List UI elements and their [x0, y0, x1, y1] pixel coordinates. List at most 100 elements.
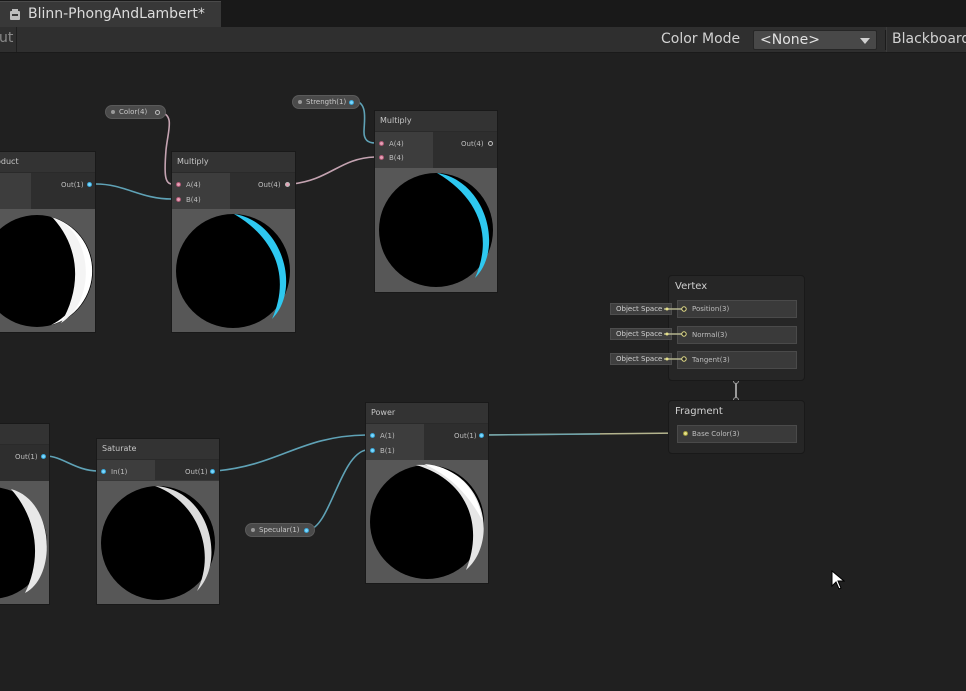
- vertex-tangent-slot[interactable]: Tangent(3): [677, 351, 797, 369]
- output-port-label: Out(4): [258, 181, 281, 189]
- output-port-icon[interactable]: [479, 433, 484, 438]
- output-port-icon[interactable]: [488, 141, 493, 146]
- property-icon: [298, 100, 302, 104]
- space-dropdown[interactable]: Object Space: [610, 328, 672, 340]
- context-title: Vertex: [675, 281, 708, 292]
- save-asset-label: ut: [0, 30, 14, 46]
- slot-label: Position(3): [692, 305, 730, 313]
- property-icon: [111, 110, 115, 114]
- dot-product-node[interactable]: oduct Out(1): [0, 151, 96, 333]
- output-port-label: Out(1): [454, 432, 477, 440]
- output-port-icon[interactable]: [285, 182, 290, 187]
- graph-toolbar: ut Color Mode <None> Blackboard: [0, 27, 966, 53]
- preview-sphere-icon: [370, 464, 484, 579]
- output-port-icon[interactable]: [210, 469, 215, 474]
- output-port-icon[interactable]: [87, 182, 92, 187]
- power-node[interactable]: Power A(1) B(1) Out(1): [365, 402, 489, 584]
- graph-asset-icon: [10, 9, 20, 20]
- node-preview: [0, 209, 95, 332]
- node-header[interactable]: Saturate: [97, 439, 219, 460]
- node-title: Saturate: [102, 444, 137, 453]
- preview-sphere-icon: [0, 215, 93, 327]
- property-label: Specular(1): [259, 526, 300, 534]
- partial-node[interactable]: Out(1): [0, 423, 50, 605]
- node-preview: [172, 209, 295, 332]
- output-port-icon[interactable]: [349, 100, 354, 105]
- vertex-normal-slot[interactable]: Normal(3): [677, 326, 797, 344]
- node-preview: [97, 481, 219, 604]
- preview-sphere-icon: [0, 487, 47, 599]
- slot-label: Tangent(3): [692, 356, 730, 364]
- blackboard-label: Blackboard: [892, 31, 966, 47]
- fragment-base-color-slot[interactable]: Base Color(3): [677, 425, 797, 443]
- node-title: Power: [371, 408, 396, 417]
- tab-bar: Blinn-PhongAndLambert*: [0, 0, 966, 27]
- property-label: Strength(1): [306, 98, 347, 106]
- output-port-icon[interactable]: [41, 454, 46, 459]
- output-port-label: Out(4): [461, 140, 484, 148]
- node-header[interactable]: [0, 424, 49, 445]
- fragment-context-block[interactable]: Fragment Base Color(3): [668, 400, 805, 454]
- strength-property-node[interactable]: Strength(1): [292, 95, 360, 109]
- specular-property-node[interactable]: Specular(1): [245, 523, 315, 537]
- input-port-icon[interactable]: [370, 433, 375, 438]
- space-dropdown[interactable]: Object Space: [610, 353, 672, 365]
- input-port-icon[interactable]: [379, 155, 384, 160]
- input-port-icon[interactable]: [176, 197, 181, 202]
- preview-sphere-icon: [176, 214, 290, 328]
- chevron-down-icon: [860, 38, 870, 44]
- save-asset-button[interactable]: ut: [0, 27, 17, 52]
- context-title: Fragment: [675, 406, 723, 417]
- output-port-label: Out(1): [15, 453, 38, 461]
- output-port-icon[interactable]: [155, 110, 160, 115]
- color-mode-label: Color Mode: [661, 31, 741, 47]
- output-port-icon[interactable]: [304, 528, 309, 533]
- input-port-label: A(4): [186, 181, 201, 189]
- slot-label: Base Color(3): [692, 430, 740, 438]
- input-port-label: In(1): [111, 468, 128, 476]
- color-mode-value: <None>: [760, 32, 820, 48]
- node-preview: [366, 460, 488, 583]
- node-title: Multiply: [177, 157, 209, 166]
- node-title: oduct: [0, 157, 19, 166]
- input-port-icon[interactable]: [379, 141, 384, 146]
- space-label: Object Space: [616, 355, 663, 363]
- saturate-node[interactable]: Saturate In(1) Out(1): [96, 438, 220, 605]
- node-title: Multiply: [380, 116, 412, 125]
- space-dropdown[interactable]: Object Space: [610, 303, 672, 315]
- tab-shader-graph[interactable]: Blinn-PhongAndLambert*: [0, 1, 221, 27]
- preview-sphere-icon: [101, 486, 215, 600]
- blackboard-toggle-button[interactable]: Blackboard: [886, 27, 966, 52]
- multiply-node[interactable]: Multiply A(4) B(4) Out(4): [171, 151, 296, 333]
- property-icon: [251, 528, 255, 532]
- input-port-icon[interactable]: [370, 448, 375, 453]
- color-mode-dropdown[interactable]: <None>: [753, 30, 877, 50]
- node-header[interactable]: Multiply: [375, 111, 497, 132]
- space-label: Object Space: [616, 305, 663, 313]
- multiply-node[interactable]: Multiply A(4) B(4) Out(4): [374, 110, 498, 293]
- input-port-label: A(1): [380, 432, 395, 440]
- node-preview: [0, 481, 49, 604]
- node-header[interactable]: oduct: [0, 152, 95, 173]
- mouse-cursor-icon: [831, 570, 845, 590]
- input-port-icon[interactable]: [101, 469, 106, 474]
- preview-sphere-icon: [379, 173, 493, 287]
- output-port-label: Out(1): [61, 181, 84, 189]
- input-port-label: B(4): [186, 196, 201, 204]
- slot-label: Normal(3): [692, 331, 728, 339]
- node-header[interactable]: Power: [366, 403, 488, 424]
- input-port-icon[interactable]: [683, 431, 688, 436]
- tab-title: Blinn-PhongAndLambert*: [28, 6, 205, 22]
- input-port-icon[interactable]: [176, 182, 181, 187]
- node-preview: [375, 168, 497, 292]
- input-port-label: B(4): [389, 154, 404, 162]
- color-property-node[interactable]: Color(4): [105, 105, 166, 119]
- node-header[interactable]: Multiply: [172, 152, 295, 173]
- space-connector-icons: [664, 306, 687, 362]
- vertex-position-slot[interactable]: Position(3): [677, 300, 797, 318]
- property-label: Color(4): [119, 108, 148, 116]
- output-port-label: Out(1): [185, 468, 208, 476]
- space-label: Object Space: [616, 330, 663, 338]
- input-port-label: B(1): [380, 447, 395, 455]
- input-port-label: A(4): [389, 140, 404, 148]
